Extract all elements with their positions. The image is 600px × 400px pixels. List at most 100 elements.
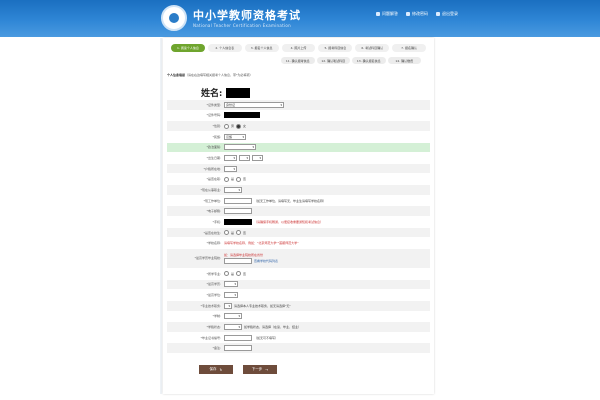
- employed-no-radio[interactable]: [236, 176, 242, 182]
- form-row-status: *学籍状态: 如学籍状态，请选择（在读、毕业、结业）: [167, 322, 430, 333]
- name-label: 姓名:: [201, 89, 223, 99]
- step-7[interactable]: 7. 报名确认: [392, 44, 427, 52]
- site-title: 中小学教师资格考试: [193, 9, 301, 22]
- field-label: *所学专业:: [206, 271, 221, 276]
- help-link[interactable]: 问题解答: [376, 11, 398, 17]
- step-5[interactable]: 5. 报考科目信息: [318, 44, 353, 52]
- radio-label: 否: [243, 271, 247, 276]
- form-row-title: *专业技术职务: 请选择本人专业技术职务，如无请选择"无": [167, 300, 430, 312]
- field-label: *毕业证书编号:: [200, 335, 221, 340]
- student-no-radio[interactable]: [236, 230, 242, 235]
- form-row-school: *学校名称: 请填写学校名称，例如："北京师范大学""首都师范大学": [167, 238, 430, 249]
- field-label: *学籍状态:: [206, 324, 221, 329]
- site-subtitle: National Teacher Certification Examinati…: [193, 23, 292, 28]
- radio-label: 男: [231, 124, 235, 129]
- major-yes-radio[interactable]: [224, 271, 229, 277]
- form-row-gender: *性别: 男 女: [167, 121, 430, 132]
- remark-input[interactable]: [224, 345, 252, 352]
- notice-title: 个人信息填报: [167, 73, 186, 77]
- form-row-birth: *出生日期:: [167, 153, 430, 164]
- radio-label: 是: [231, 177, 235, 182]
- name-row: 姓名:: [201, 86, 251, 99]
- radio-label: 是: [231, 230, 235, 235]
- graduate-school-input[interactable]: [224, 257, 252, 264]
- refresh-icon: ↻: [219, 367, 223, 372]
- occupation-select[interactable]: [224, 186, 242, 193]
- form-row-employed: *是否在职: 是 否: [167, 174, 430, 186]
- form-notice: 个人信息填报（请在右边填写相关报考个人信息，带*为必填项）: [167, 73, 253, 77]
- site-header: 中小学教师资格考试 National Teacher Certification…: [0, 0, 600, 37]
- field-label: *证件类型:: [206, 102, 221, 107]
- field-label: *现在从事职业:: [200, 187, 221, 192]
- field-label: *是否在职:: [206, 177, 221, 182]
- certificate-input[interactable]: [224, 334, 252, 341]
- form-row-phone: *手机: （请确保手机畅通，以便接收重要通知和考试信息）: [167, 217, 430, 228]
- status-select[interactable]: [224, 323, 242, 330]
- form-actions: 保存 ↻ 下一步 →: [199, 365, 277, 374]
- step-1[interactable]: 1. 阅读个人信息: [171, 44, 205, 52]
- field-label: *证件号码:: [206, 113, 221, 118]
- save-button[interactable]: 保存 ↻: [199, 365, 233, 374]
- field-label: *电子邮箱:: [206, 209, 221, 214]
- step-14[interactable]: 14. 确认缴费: [387, 57, 421, 64]
- help-icon: [376, 12, 380, 16]
- gender-female-radio[interactable]: [236, 123, 242, 129]
- field-note: 请选择本人专业技术职务，如无请选择"无": [234, 303, 291, 308]
- step-6[interactable]: 6. 考试科目确认: [355, 44, 390, 52]
- form-row-id-number: *证件号码:: [167, 111, 430, 122]
- step-bar-2: 11. 确认报考信息 12. 确认笔试科目 13. 确认报名信息 14. 确认缴…: [281, 56, 421, 66]
- id-type-select[interactable]: 身份证: [224, 101, 284, 108]
- title-select[interactable]: [224, 302, 232, 309]
- schooling-select[interactable]: [224, 313, 242, 320]
- residence-select[interactable]: [224, 165, 237, 172]
- step-2[interactable]: 2. 个人信息表: [207, 44, 242, 52]
- radio-label: 是: [231, 271, 235, 276]
- form-row-remark: *备注:: [167, 343, 430, 355]
- form-row-degree: *最高学位:: [167, 290, 430, 301]
- field-label: *手机:: [212, 219, 221, 224]
- step-4[interactable]: 4. 照片上传: [281, 44, 316, 52]
- change-password-link[interactable]: 修改密码: [406, 11, 428, 17]
- field-label: *性别:: [212, 124, 221, 129]
- next-label: 下一步: [251, 367, 263, 371]
- step-12[interactable]: 12. 确认笔试科目: [316, 57, 350, 64]
- gender-male-radio[interactable]: [224, 123, 229, 129]
- form-panel: 1. 阅读个人信息 2. 个人信息表 3. 报名个人信息 4. 照片上传 5. …: [163, 38, 434, 394]
- birth-day-select[interactable]: [252, 155, 263, 162]
- form-row-id-type: *证件类型: 身份证: [167, 100, 430, 111]
- form-row-education: *最高学历:: [167, 279, 430, 291]
- degree-select[interactable]: [224, 292, 238, 299]
- email-input[interactable]: [224, 208, 252, 215]
- employed-yes-radio[interactable]: [224, 176, 229, 182]
- field-label: *户籍所在地:: [203, 166, 221, 171]
- field-note: 请填写学校名称，例如："北京师范大学""首都师范大学": [224, 241, 299, 246]
- field-label: *最高学历毕业院校:: [194, 256, 221, 261]
- student-yes-radio[interactable]: [224, 230, 229, 235]
- field-note: 如：请选择毕业院校所在省份: [224, 252, 264, 257]
- field-label: *政治面貌:: [206, 145, 221, 150]
- political-select[interactable]: [224, 144, 256, 151]
- field-note: （如无可不填写）: [254, 335, 279, 340]
- field-label: *民族:: [212, 134, 221, 139]
- workplace-input[interactable]: [224, 197, 252, 204]
- next-button[interactable]: 下一步 →: [243, 365, 277, 374]
- major-no-radio[interactable]: [236, 271, 242, 277]
- birth-year-select[interactable]: [224, 155, 237, 162]
- id-number-redacted: [224, 112, 260, 119]
- field-label: *学制:: [212, 314, 221, 319]
- ethnicity-select[interactable]: 汉族: [224, 133, 246, 140]
- field-label: *出生日期:: [206, 156, 221, 161]
- birth-month-select[interactable]: [239, 155, 250, 162]
- step-11[interactable]: 11. 确认报考信息: [281, 57, 315, 64]
- logout-link[interactable]: 退出登录: [436, 11, 458, 17]
- field-label: *现工作单位:: [203, 198, 221, 203]
- field-label: *最高学历:: [206, 282, 221, 287]
- key-icon: [406, 12, 410, 16]
- step-3[interactable]: 3. 报名个人信息: [244, 44, 279, 52]
- form-row-schooling: *学制:: [167, 312, 430, 323]
- school-code-link[interactable]: 查看学校代码列表: [254, 259, 278, 263]
- field-note: （请确保手机畅通，以便接收重要通知和考试信息）: [254, 219, 324, 224]
- step-13[interactable]: 13. 确认报名信息: [352, 57, 386, 64]
- top-links: 问题解答 修改密码 退出登录: [376, 11, 458, 17]
- education-select[interactable]: [224, 281, 238, 288]
